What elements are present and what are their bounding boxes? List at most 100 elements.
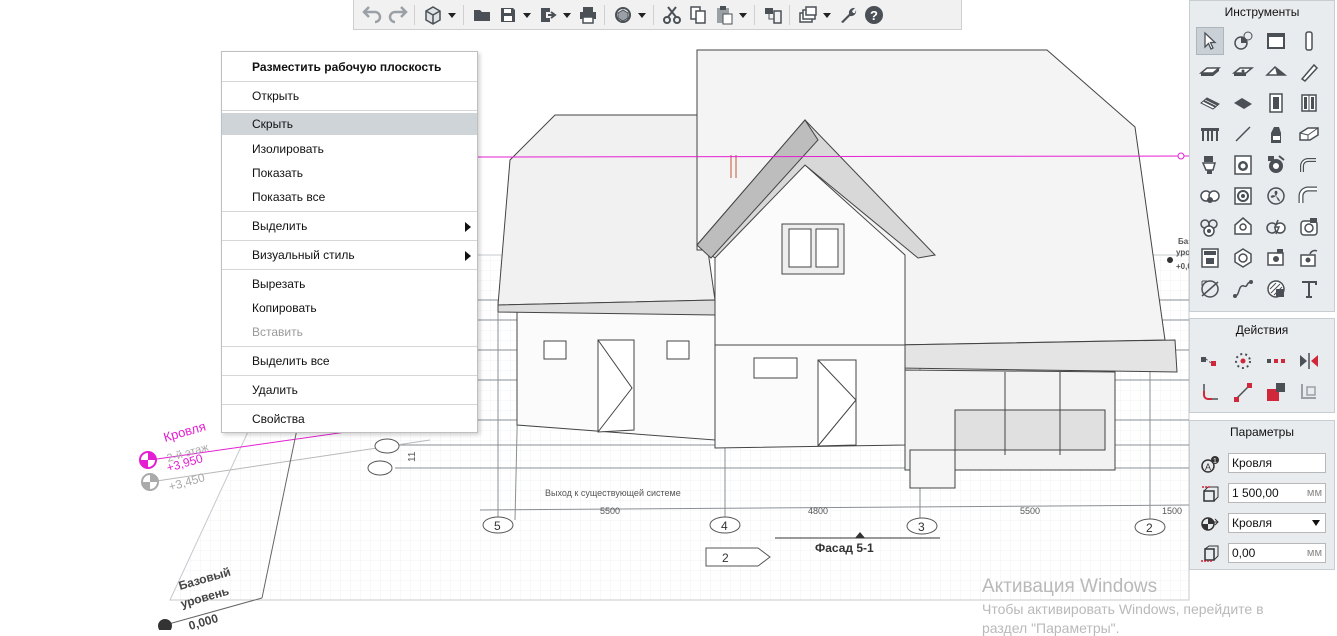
menu-place-workplane[interactable]: Разместить рабочую плоскость: [222, 56, 477, 78]
print-icon[interactable]: [576, 3, 600, 27]
array-action-icon[interactable]: [1262, 347, 1290, 375]
menu-hide[interactable]: Скрыть: [222, 113, 477, 135]
level-tool-icon[interactable]: [1229, 27, 1257, 55]
door-tool-icon[interactable]: [1262, 89, 1290, 117]
house-model[interactable]: [497, 49, 1178, 489]
menu-label: Показать: [252, 166, 304, 180]
stair-tool-icon[interactable]: [1196, 89, 1224, 117]
electric-tool-icon[interactable]: [1262, 213, 1290, 241]
menu-label: Скрыть: [252, 117, 293, 131]
height-unit: мм: [1306, 487, 1322, 499]
mirror-note: Выход к существующей системе: [545, 488, 681, 498]
undo-icon[interactable]: [360, 3, 384, 27]
menu-open[interactable]: Открыть: [222, 85, 477, 107]
menu-copy[interactable]: Копировать: [222, 297, 477, 319]
chevron-down-icon[interactable]: [738, 3, 748, 27]
pipe-tool-icon[interactable]: [1295, 151, 1323, 179]
network-tool-icon[interactable]: [1295, 244, 1323, 272]
window-tool-icon[interactable]: [1295, 89, 1323, 117]
base-level-value: 0,000: [187, 611, 220, 630]
offset-field[interactable]: 0,00 мм: [1228, 543, 1326, 563]
boiler-tool-icon[interactable]: [1262, 151, 1290, 179]
wrench-icon[interactable]: [836, 3, 860, 27]
dimension-tool-icon[interactable]: [1196, 275, 1224, 303]
copy-action-icon[interactable]: [1295, 378, 1323, 406]
hatch-tool-icon[interactable]: [1262, 275, 1290, 303]
mirror-action-icon[interactable]: [1295, 347, 1323, 375]
camera-tool-icon[interactable]: [1262, 244, 1290, 272]
column-tool-icon[interactable]: [1295, 27, 1323, 55]
redo-icon[interactable]: [386, 3, 410, 27]
chevron-down-icon[interactable]: [637, 3, 647, 27]
activation-watermark-title: Активация Windows: [982, 576, 1158, 597]
lamp-tool-icon[interactable]: [1229, 213, 1257, 241]
chevron-down-icon[interactable]: [522, 3, 532, 27]
fan-tool-icon[interactable]: [1262, 182, 1290, 210]
spline-tool-icon[interactable]: [1229, 275, 1257, 303]
views-icon[interactable]: [796, 3, 820, 27]
level-dropdown[interactable]: Кровля: [1228, 513, 1326, 533]
object-tool-icon[interactable]: [1262, 120, 1290, 148]
radiator-tool-icon[interactable]: [1229, 182, 1257, 210]
export-icon[interactable]: [536, 3, 560, 27]
duct-tool-icon[interactable]: [1295, 182, 1323, 210]
cut-icon[interactable]: [660, 3, 684, 27]
socket-tool-icon[interactable]: [1295, 213, 1323, 241]
chevron-down-icon[interactable]: [447, 3, 457, 27]
folder-icon[interactable]: [470, 3, 494, 27]
3d-viewport[interactable]: Кровля 2-й этаж +3,950 +3,450 Базовый ур…: [0, 0, 1337, 630]
menu-select[interactable]: Выделить: [222, 215, 477, 237]
text-tool-icon[interactable]: [1295, 275, 1323, 303]
sprinkler-tool-icon[interactable]: [1196, 213, 1224, 241]
axis-5: 5: [494, 519, 501, 533]
ramp-tool-icon[interactable]: [1229, 89, 1257, 117]
extend-action-icon[interactable]: [1229, 378, 1257, 406]
chevron-down-icon[interactable]: [562, 3, 572, 27]
menu-delete[interactable]: Удалить: [222, 379, 477, 401]
menu-select-all[interactable]: Выделить все: [222, 350, 477, 372]
orbit-icon[interactable]: [611, 3, 635, 27]
menu-visual-style[interactable]: Визуальный стиль: [222, 244, 477, 266]
panel-tool-icon[interactable]: [1196, 244, 1224, 272]
valve-tool-icon[interactable]: [1196, 182, 1224, 210]
copy-icon[interactable]: [686, 3, 710, 27]
floor-tool-icon[interactable]: [1229, 58, 1257, 86]
name-field[interactable]: Кровля: [1228, 453, 1326, 473]
fillet-action-icon[interactable]: [1196, 378, 1224, 406]
menu-show[interactable]: Показать: [222, 162, 477, 184]
dim-3: 5500: [1020, 506, 1040, 516]
railing-tool-icon[interactable]: [1196, 120, 1224, 148]
slab-tool-icon[interactable]: [1196, 58, 1224, 86]
menu-label: Удалить: [252, 383, 298, 397]
menu-label: Копировать: [252, 301, 317, 315]
dim-2: 4800: [808, 506, 828, 516]
chevron-down-icon: [1312, 520, 1320, 526]
wall-tool-icon[interactable]: [1262, 27, 1290, 55]
roof-tool-icon[interactable]: [1262, 58, 1290, 86]
sensor-tool-icon[interactable]: [1229, 244, 1257, 272]
line-tool-icon[interactable]: [1229, 120, 1257, 148]
menu-label: Вырезать: [252, 277, 306, 291]
help-icon[interactable]: ?: [862, 3, 886, 27]
save-icon[interactable]: [496, 3, 520, 27]
washer-tool-icon[interactable]: [1229, 151, 1257, 179]
toilet-tool-icon[interactable]: [1196, 151, 1224, 179]
select-arrow-icon[interactable]: [1196, 27, 1224, 55]
chevron-down-icon[interactable]: [822, 3, 832, 27]
menu-label: Вставить: [252, 325, 303, 339]
paste-icon[interactable]: [712, 3, 736, 27]
menu-properties[interactable]: Свойства: [222, 408, 477, 430]
menu-show-all[interactable]: Показать все: [222, 186, 477, 208]
scale-action-icon[interactable]: [1262, 378, 1290, 406]
parameters-panel-title: Параметры: [1230, 425, 1294, 439]
dim-1: 5500: [600, 506, 620, 516]
move-action-icon[interactable]: [1196, 347, 1224, 375]
menu-isolate[interactable]: Изолировать: [222, 138, 477, 160]
layers-icon[interactable]: [761, 3, 785, 27]
rotate-action-icon[interactable]: [1229, 347, 1257, 375]
extrude-tool-icon[interactable]: [1295, 120, 1323, 148]
beam-tool-icon[interactable]: [1295, 58, 1323, 86]
cube-view-icon[interactable]: [421, 3, 445, 27]
menu-cut[interactable]: Вырезать: [222, 273, 477, 295]
height-field[interactable]: 1 500,00 мм: [1228, 483, 1326, 503]
